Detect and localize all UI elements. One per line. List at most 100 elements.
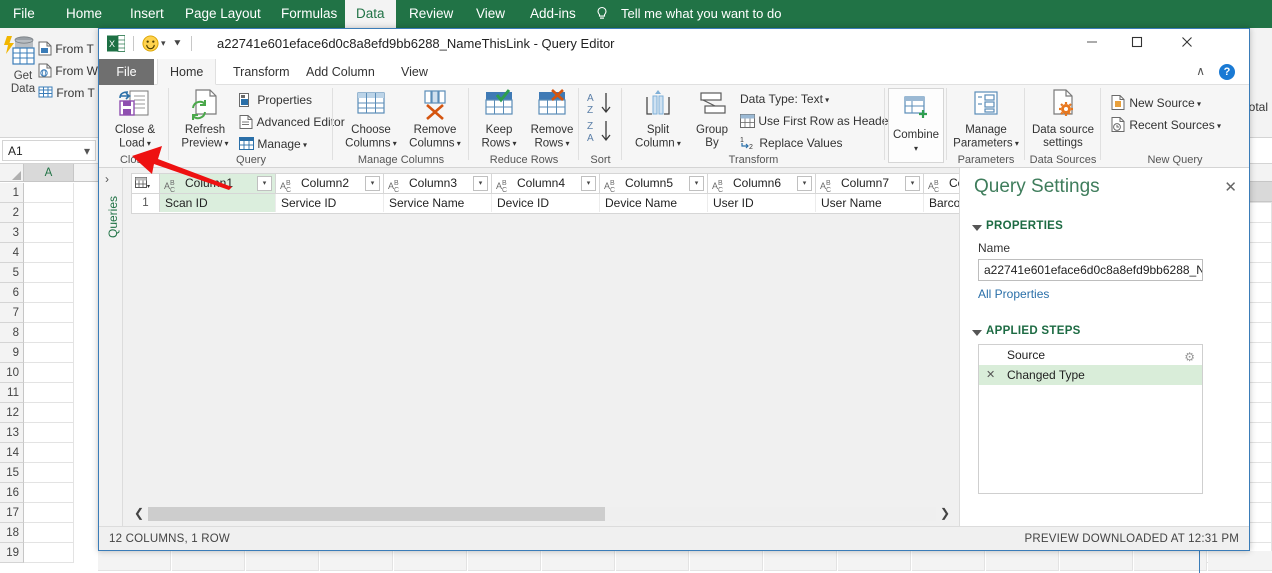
excel-tab-data[interactable]: Data — [345, 0, 396, 28]
preview-cell[interactable]: Device Name — [600, 194, 708, 212]
remove-columns-dropdown-icon[interactable]: ▾ — [455, 139, 461, 148]
properties-button[interactable]: Properties — [239, 90, 312, 111]
excel-tab-addins[interactable]: Add-ins — [519, 0, 587, 28]
preview-column-header[interactable]: ABCColum — [924, 174, 960, 193]
excel-cell[interactable] — [24, 323, 74, 343]
window-maximize-button[interactable] — [1114, 29, 1159, 59]
queries-pane[interactable]: › Queries — [99, 168, 123, 526]
column-filter-dropdown-icon[interactable]: ▾ — [365, 176, 380, 191]
excel-cell[interactable] — [24, 443, 74, 463]
data-type-button[interactable]: Data Type: Text ▾ — [740, 89, 829, 110]
use-first-row-as-headers-button[interactable]: Use First Row as Headers ▾ — [740, 111, 905, 132]
qe-tab-home[interactable]: Home — [157, 59, 217, 85]
new-source-dropdown-icon[interactable]: ▾ — [1195, 99, 1201, 108]
excel-cell[interactable] — [24, 543, 74, 563]
excel-cell[interactable] — [24, 423, 74, 443]
preview-cell[interactable]: Barcode — [924, 194, 960, 212]
scrollbar-track[interactable] — [148, 507, 936, 521]
manage-parameters-button[interactable]: Manage Parameters ▾ — [950, 88, 1022, 151]
excel-row-header[interactable]: 19 — [0, 543, 24, 563]
name-box[interactable]: A1 ▾ — [2, 140, 96, 161]
window-close-button[interactable] — [1164, 29, 1209, 59]
query-settings-close-icon[interactable]: ✕ — [1224, 178, 1237, 196]
column-filter-dropdown-icon[interactable]: ▾ — [473, 176, 488, 191]
preview-grid-area[interactable]: ▾ABCColumn1▾ABCColumn2▾ABCColumn3▾ABCCol… — [123, 168, 961, 526]
expand-queries-chevron-icon[interactable]: › — [105, 172, 109, 186]
excel-row-header[interactable]: 16 — [0, 483, 24, 503]
preview-cell[interactable]: Service ID — [276, 194, 384, 212]
smiley-dropdown-chevron-icon[interactable]: ▾ — [161, 38, 166, 49]
excel-cell[interactable] — [24, 343, 74, 363]
applied-step-changed-type[interactable]: ✕ Changed Type — [979, 365, 1202, 385]
excel-row-header[interactable]: 5 — [0, 263, 24, 283]
applied-steps-list[interactable]: Source ⚙ ✕ Changed Type — [978, 344, 1203, 494]
excel-cell[interactable] — [24, 383, 74, 403]
excel-cell[interactable] — [24, 523, 74, 543]
gear-icon[interactable]: ⚙ — [1184, 347, 1195, 367]
sort-descending-button[interactable]: Z A — [587, 119, 613, 150]
preview-cell[interactable]: Service Name — [384, 194, 492, 212]
excel-cell[interactable] — [838, 551, 911, 571]
smiley-feedback-icon[interactable] — [142, 35, 159, 52]
excel-cell[interactable] — [986, 551, 1059, 571]
abc-text-type-icon[interactable]: ABC — [604, 174, 620, 193]
keep-rows-dropdown-icon[interactable]: ▾ — [510, 139, 516, 148]
collapse-ribbon-icon[interactable]: ∧ — [1196, 64, 1205, 78]
excel-tab-view[interactable]: View — [465, 0, 516, 28]
preview-cell[interactable]: Device ID — [492, 194, 600, 212]
excel-row-header[interactable]: 7 — [0, 303, 24, 323]
abc-text-type-icon[interactable]: ABC — [820, 174, 836, 193]
preview-column-header[interactable]: A B C Column7 ▾ — [816, 174, 924, 193]
excel-cell[interactable] — [24, 363, 74, 383]
column-filter-dropdown-icon[interactable]: ▾ — [257, 176, 272, 191]
excel-cell[interactable] — [24, 283, 74, 303]
excel-tab-page-layout[interactable]: Page Layout — [174, 0, 272, 28]
data-type-dropdown-icon[interactable]: ▾ — [823, 95, 829, 104]
delete-step-icon[interactable]: ✕ — [986, 365, 995, 385]
keep-rows-button[interactable]: Keep Rows ▾ — [473, 88, 525, 151]
qe-tab-file[interactable]: File — [99, 59, 154, 85]
from-table-range-button[interactable]: From T — [38, 82, 98, 104]
excel-cell[interactable] — [1134, 551, 1207, 571]
excel-row-header[interactable]: 6 — [0, 283, 24, 303]
all-properties-link[interactable]: All Properties — [978, 287, 1049, 301]
split-column-dropdown-icon[interactable]: ▾ — [675, 139, 681, 148]
excel-row-header[interactable]: 12 — [0, 403, 24, 423]
excel-cell[interactable] — [24, 203, 74, 223]
query-name-input[interactable]: a22741e601eface6d0c8a8efd9bb6288_Na — [978, 259, 1203, 281]
excel-row-header[interactable]: 10 — [0, 363, 24, 383]
remove-rows-dropdown-icon[interactable]: ▾ — [563, 139, 569, 148]
qe-tab-transform[interactable]: Transform — [221, 59, 302, 85]
abc-text-type-icon[interactable]: ABC — [388, 174, 404, 193]
excel-tab-insert[interactable]: Insert — [119, 0, 175, 28]
excel-row-header[interactable]: 9 — [0, 343, 24, 363]
split-column-button[interactable]: Split Column ▾ — [628, 88, 688, 151]
qe-tab-view[interactable]: View — [389, 59, 440, 85]
excel-cell[interactable] — [24, 503, 74, 523]
combine-button[interactable]: Combine ▾ — [888, 88, 944, 163]
excel-row-header[interactable]: 14 — [0, 443, 24, 463]
abc-text-type-icon[interactable]: ABC — [712, 174, 728, 193]
excel-cell[interactable] — [24, 223, 74, 243]
excel-tab-file[interactable]: File — [2, 0, 46, 28]
customize-toolbar-icon[interactable]: ⯆ — [173, 38, 182, 51]
qe-tab-add-column[interactable]: Add Column — [294, 59, 387, 85]
preview-column-header[interactable]: A B C Column5 ▾ — [600, 174, 708, 193]
preview-column-header[interactable]: A B C Column4 ▾ — [492, 174, 600, 193]
excel-cell[interactable] — [394, 551, 467, 571]
excel-cell[interactable] — [24, 483, 74, 503]
scroll-left-arrow-icon[interactable]: ❮ — [131, 506, 147, 522]
excel-cell[interactable] — [912, 551, 985, 571]
column-filter-dropdown-icon[interactable]: ▾ — [689, 176, 704, 191]
excel-row-header[interactable]: 1 — [0, 183, 24, 203]
scroll-right-arrow-icon[interactable]: ❯ — [937, 506, 953, 522]
excel-row-header[interactable]: 8 — [0, 323, 24, 343]
excel-row-header[interactable]: 3 — [0, 223, 24, 243]
choose-columns-dropdown-icon[interactable]: ▾ — [391, 139, 397, 148]
manage-button[interactable]: Manage ▾ — [239, 134, 307, 155]
excel-cell[interactable] — [24, 303, 74, 323]
column-filter-dropdown-icon[interactable]: ▾ — [581, 176, 596, 191]
recent-sources-button[interactable]: Recent Sources ▾ — [1111, 115, 1221, 136]
from-table-button[interactable]: From T — [38, 38, 98, 60]
excel-cell[interactable] — [246, 551, 319, 571]
